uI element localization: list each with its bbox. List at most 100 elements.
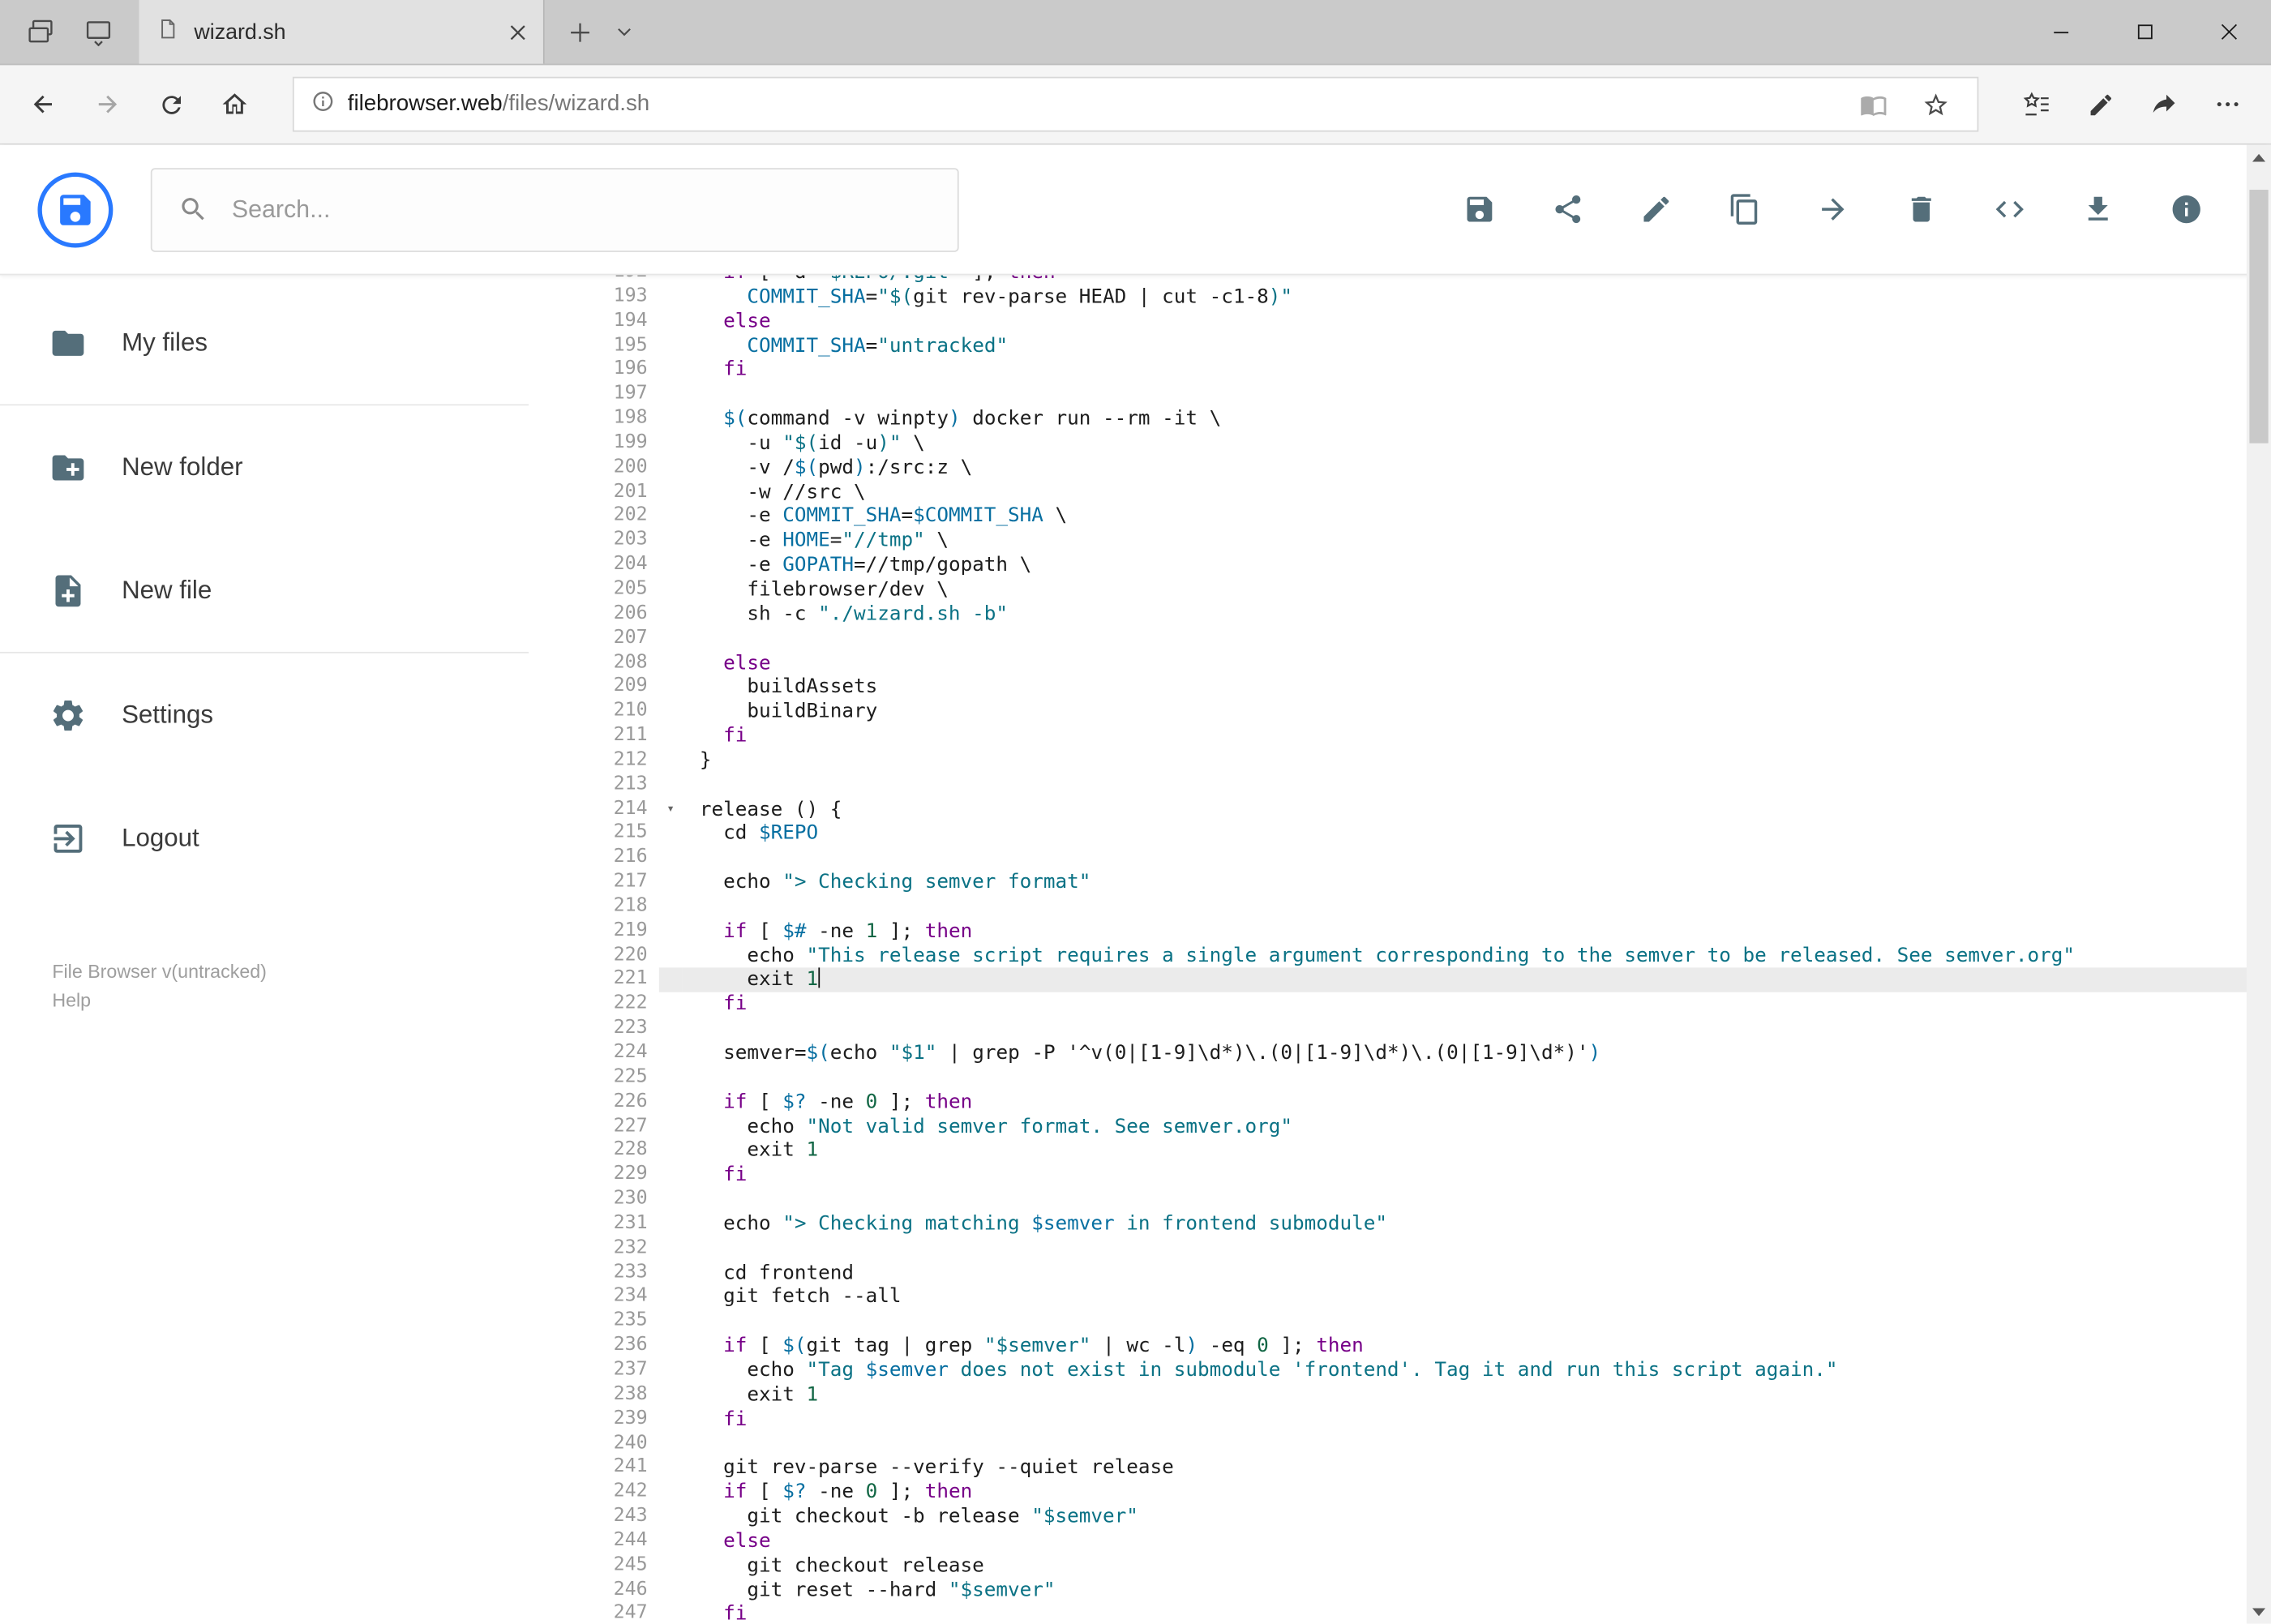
code-text[interactable]: -u "$(id -u)" \ xyxy=(682,431,2271,456)
code-text[interactable]: exit 1 xyxy=(682,1139,2271,1163)
code-text[interactable]: sh -c "./wizard.sh -b" xyxy=(682,602,2271,627)
back-icon[interactable] xyxy=(11,72,75,136)
edit-icon[interactable] xyxy=(1628,182,1683,237)
code-text[interactable]: if [ -d "$REPO/.git" ]; then xyxy=(682,275,2271,285)
code-text[interactable]: echo "> Checking matching $semver in fro… xyxy=(682,1212,2271,1236)
code-text[interactable]: release () { xyxy=(682,798,2271,822)
more-menu-icon[interactable] xyxy=(2196,72,2260,136)
code-text[interactable]: if [ $? -ne 0 ]; then xyxy=(682,1480,2271,1505)
code-text[interactable]: else xyxy=(682,310,2271,334)
scroll-up-icon[interactable] xyxy=(2247,145,2271,169)
code-text[interactable]: else xyxy=(682,1529,2271,1553)
set-tabs-aside-icon[interactable] xyxy=(26,17,55,46)
code-text[interactable]: -v /$(pwd):/src:z \ xyxy=(682,456,2271,480)
scrollbar-thumb[interactable] xyxy=(2249,190,2269,443)
code-text[interactable]: else xyxy=(682,651,2271,675)
code-text[interactable]: echo "Not valid semver format. See semve… xyxy=(682,1115,2271,1139)
page-scrollbar[interactable] xyxy=(2246,144,2271,1624)
code-text[interactable] xyxy=(682,383,2271,407)
code-text[interactable] xyxy=(682,1188,2271,1212)
code-text[interactable]: fi xyxy=(682,1603,2271,1624)
code-text[interactable]: fi xyxy=(682,724,2271,748)
save-icon[interactable] xyxy=(1451,182,1506,237)
code-text[interactable] xyxy=(682,627,2271,651)
code-text[interactable]: if [ $(git tag | grep "$semver" | wc -l)… xyxy=(682,1335,2271,1359)
sidebar-item-logout[interactable]: Logout xyxy=(0,777,529,900)
share-icon[interactable] xyxy=(2132,72,2196,136)
new-tab-button[interactable] xyxy=(568,19,592,44)
move-icon[interactable] xyxy=(1805,182,1860,237)
code-text[interactable] xyxy=(682,773,2271,797)
code-text[interactable]: echo "> Checking semver format" xyxy=(682,871,2271,895)
code-text[interactable]: git reset --hard "$semver" xyxy=(682,1579,2271,1603)
info-icon[interactable] xyxy=(2158,182,2213,237)
code-text[interactable]: -w //src \ xyxy=(682,480,2271,504)
code-text[interactable]: -e COMMIT_SHA=$COMMIT_SHA \ xyxy=(682,504,2271,529)
code-text[interactable]: semver=$(echo "$1" | grep -P '^v(0|[1-9]… xyxy=(682,1041,2271,1065)
tab-close-icon[interactable] xyxy=(510,24,526,40)
code-text[interactable]: git checkout -b release "$semver" xyxy=(682,1505,2271,1529)
code-text[interactable]: filebrowser/dev \ xyxy=(682,578,2271,602)
sidebar-item-new-file[interactable]: New file xyxy=(0,529,529,652)
code-text[interactable]: exit 1 xyxy=(682,968,2271,993)
maximize-button[interactable] xyxy=(2103,0,2187,64)
code-text[interactable]: fi xyxy=(682,1163,2271,1188)
code-text[interactable]: echo "This release script requires a sin… xyxy=(682,944,2271,968)
sidebar-item-new-folder[interactable]: New folder xyxy=(0,405,529,529)
code-text[interactable]: git rev-parse --verify --quiet release xyxy=(682,1456,2271,1480)
code-text[interactable] xyxy=(682,1309,2271,1334)
code-text[interactable]: COMMIT_SHA="untracked" xyxy=(682,334,2271,358)
code-text[interactable]: -e GOPATH=//tmp/gopath \ xyxy=(682,554,2271,578)
address-bar[interactable]: filebrowser.web/files/wizard.sh xyxy=(292,76,1979,132)
code-text[interactable] xyxy=(682,1066,2271,1091)
home-icon[interactable] xyxy=(203,72,267,136)
site-info-icon[interactable] xyxy=(311,89,335,120)
tab-list-chevron-icon[interactable] xyxy=(613,20,636,44)
minimize-button[interactable] xyxy=(2019,0,2103,64)
copy-icon[interactable] xyxy=(1716,182,1772,237)
scroll-down-icon[interactable] xyxy=(2247,1599,2271,1623)
browser-tab[interactable]: wizard.sh xyxy=(139,0,545,64)
fold-marker-icon[interactable]: ▾ xyxy=(659,798,683,822)
help-link[interactable]: Help xyxy=(52,987,476,1016)
code-text[interactable]: $(command -v winpty) docker run --rm -it… xyxy=(682,407,2271,431)
code-text[interactable] xyxy=(682,895,2271,919)
code-text[interactable] xyxy=(682,1017,2271,1041)
code-text[interactable] xyxy=(682,846,2271,871)
code-text[interactable] xyxy=(682,1432,2271,1456)
code-text[interactable]: echo "Tag $semver does not exist in subm… xyxy=(682,1359,2271,1383)
code-text[interactable]: cd frontend xyxy=(682,1261,2271,1285)
code-text[interactable]: fi xyxy=(682,1408,2271,1432)
search-input[interactable] xyxy=(231,195,932,225)
code-editor[interactable]: 192 if [ -d "$REPO/.git" ]; then193 COMM… xyxy=(529,275,2271,1624)
code-text[interactable]: buildBinary xyxy=(682,700,2271,724)
code-text[interactable]: if [ $? -ne 0 ]; then xyxy=(682,1091,2271,1115)
code-text[interactable]: git checkout release xyxy=(682,1553,2271,1578)
refresh-icon[interactable] xyxy=(139,72,204,136)
code-text[interactable]: git fetch --all xyxy=(682,1285,2271,1309)
close-window-button[interactable] xyxy=(2187,0,2271,64)
scrollbar-track[interactable] xyxy=(2247,169,2271,1599)
sidebar-item-my-files[interactable]: My files xyxy=(0,281,529,405)
code-text[interactable]: if [ $# -ne 1 ]; then xyxy=(682,919,2271,944)
delete-icon[interactable] xyxy=(1893,182,1948,237)
code-text[interactable] xyxy=(682,1236,2271,1261)
download-icon[interactable] xyxy=(2070,182,2125,237)
forward-icon[interactable] xyxy=(75,72,139,136)
search-box[interactable] xyxy=(150,167,959,251)
code-text[interactable]: fi xyxy=(682,992,2271,1017)
reading-view-icon[interactable] xyxy=(1849,91,1898,118)
favorite-star-icon[interactable] xyxy=(1910,91,1960,118)
tab-preview-icon[interactable] xyxy=(84,17,114,47)
code-text[interactable]: buildAssets xyxy=(682,675,2271,700)
code-text[interactable]: exit 1 xyxy=(682,1383,2271,1408)
annotate-pen-icon[interactable] xyxy=(2068,72,2132,136)
code-text[interactable]: COMMIT_SHA="$(git rev-parse HEAD | cut -… xyxy=(682,285,2271,310)
code-icon[interactable] xyxy=(1982,182,2037,237)
code-text[interactable]: cd $REPO xyxy=(682,822,2271,846)
code-text[interactable]: fi xyxy=(682,358,2271,383)
code-text[interactable]: -e HOME="//tmp" \ xyxy=(682,529,2271,554)
sidebar-item-settings[interactable]: Settings xyxy=(0,653,529,777)
share-icon[interactable] xyxy=(1540,182,1595,237)
code-text[interactable]: } xyxy=(682,748,2271,773)
